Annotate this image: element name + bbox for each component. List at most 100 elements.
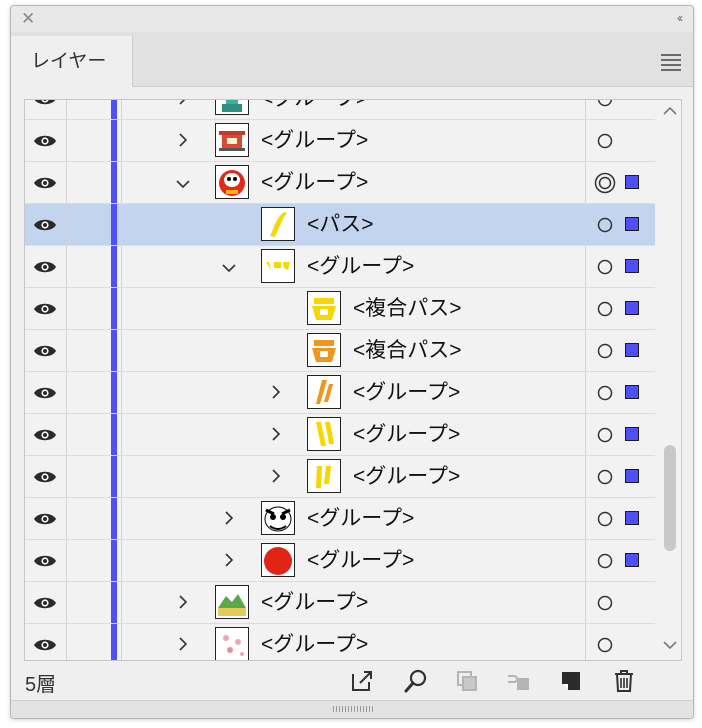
eye-icon[interactable] bbox=[33, 176, 57, 190]
chevron-down-icon[interactable] bbox=[175, 177, 190, 193]
eye-icon[interactable] bbox=[33, 100, 57, 106]
chevron-right-icon[interactable] bbox=[177, 132, 189, 148]
eye-icon[interactable] bbox=[33, 218, 57, 232]
eye-icon[interactable] bbox=[33, 344, 57, 358]
selection-indicator[interactable] bbox=[625, 175, 639, 189]
selection-indicator[interactable] bbox=[625, 301, 639, 315]
layer-name[interactable]: <グループ> bbox=[307, 498, 414, 540]
chevron-right-icon[interactable] bbox=[270, 468, 282, 484]
layer-row[interactable]: <複合パス> bbox=[25, 288, 655, 330]
scroll-down-icon[interactable] bbox=[663, 640, 677, 650]
chevron-right-icon[interactable] bbox=[223, 510, 235, 526]
selection-indicator[interactable] bbox=[625, 217, 639, 231]
target-circle-icon[interactable] bbox=[596, 216, 614, 234]
layer-thumbnail bbox=[307, 417, 341, 451]
selection-indicator[interactable] bbox=[625, 343, 639, 357]
panel-resize-bar[interactable] bbox=[11, 700, 693, 718]
new-layer-icon[interactable] bbox=[558, 668, 584, 694]
collapse-double-chevron-icon[interactable]: ‹‹ bbox=[677, 11, 683, 25]
target-circle-icon[interactable] bbox=[596, 300, 614, 318]
layer-name[interactable]: <グループ> bbox=[261, 582, 368, 624]
scroll-up-icon[interactable] bbox=[663, 106, 677, 116]
layer-name[interactable]: <複合パス> bbox=[353, 330, 462, 372]
layers-list: <グループ><グループ><グループ><パス><グループ><複合パス><複合パス>… bbox=[24, 99, 682, 661]
eye-icon[interactable] bbox=[33, 260, 57, 274]
close-icon[interactable]: ✕ bbox=[21, 10, 35, 28]
layer-name[interactable]: <グループ> bbox=[353, 414, 460, 456]
layer-name[interactable]: <グループ> bbox=[307, 246, 414, 288]
layer-name[interactable]: <グループ> bbox=[307, 540, 414, 582]
scrollbar-thumb[interactable] bbox=[664, 445, 676, 551]
layer-row[interactable]: <グループ> bbox=[25, 100, 655, 120]
layer-row[interactable]: <複合パス> bbox=[25, 330, 655, 372]
layer-name[interactable]: <グループ> bbox=[261, 100, 368, 120]
layer-row[interactable]: <グループ> bbox=[25, 456, 655, 498]
layer-row[interactable]: <グループ> bbox=[25, 498, 655, 540]
locate-object-icon[interactable] bbox=[403, 668, 429, 694]
layer-name[interactable]: <グループ> bbox=[261, 120, 368, 162]
vertical-scrollbar[interactable] bbox=[657, 100, 681, 660]
panel-title-bar: ✕ ‹‹ bbox=[11, 6, 693, 32]
layer-row[interactable]: <グループ> bbox=[25, 540, 655, 582]
eye-icon[interactable] bbox=[33, 554, 57, 568]
eye-icon[interactable] bbox=[33, 470, 57, 484]
target-circle-icon[interactable] bbox=[596, 510, 614, 528]
eye-icon[interactable] bbox=[33, 302, 57, 316]
target-circle-icon[interactable] bbox=[596, 594, 614, 612]
chevron-right-icon[interactable] bbox=[270, 384, 282, 400]
column-divider bbox=[66, 100, 67, 119]
panel-menu-icon[interactable] bbox=[661, 54, 681, 74]
column-divider bbox=[66, 288, 67, 329]
eye-icon[interactable] bbox=[33, 428, 57, 442]
selection-indicator[interactable] bbox=[625, 553, 639, 567]
layer-row[interactable]: <グループ> bbox=[25, 582, 655, 624]
resize-grip-icon[interactable] bbox=[333, 706, 373, 712]
column-divider bbox=[585, 162, 586, 203]
layer-row[interactable]: <グループ> bbox=[25, 414, 655, 456]
export-icon[interactable] bbox=[349, 668, 375, 694]
layer-row[interactable]: <グループ> bbox=[25, 372, 655, 414]
selection-indicator[interactable] bbox=[625, 511, 639, 525]
chevron-right-icon[interactable] bbox=[270, 426, 282, 442]
layer-name[interactable]: <パス> bbox=[307, 204, 374, 246]
target-circle-icon[interactable] bbox=[596, 426, 614, 444]
clipping-mask-icon[interactable] bbox=[454, 668, 480, 694]
new-sublayer-icon[interactable] bbox=[505, 668, 531, 694]
layer-row[interactable]: <グループ> bbox=[25, 162, 655, 204]
layer-row[interactable]: <グループ> bbox=[25, 246, 655, 288]
selection-indicator[interactable] bbox=[625, 469, 639, 483]
target-circle-icon[interactable] bbox=[596, 468, 614, 486]
layer-row[interactable]: <パス> bbox=[25, 204, 655, 246]
eye-icon[interactable] bbox=[33, 386, 57, 400]
target-circle-icon[interactable] bbox=[594, 172, 616, 194]
chevron-down-icon[interactable] bbox=[221, 261, 236, 277]
layer-name[interactable]: <グループ> bbox=[353, 372, 460, 414]
eye-icon[interactable] bbox=[33, 134, 57, 148]
eye-icon[interactable] bbox=[33, 512, 57, 526]
layer-row[interactable]: <グループ> bbox=[25, 120, 655, 162]
trash-icon[interactable] bbox=[611, 668, 637, 694]
layer-name[interactable]: <グループ> bbox=[353, 456, 460, 498]
chevron-right-icon[interactable] bbox=[177, 636, 189, 652]
panel-tab-bar: レイヤー bbox=[11, 32, 693, 87]
eye-icon[interactable] bbox=[33, 638, 57, 652]
target-circle-icon[interactable] bbox=[596, 132, 614, 150]
chevron-right-icon[interactable] bbox=[223, 552, 235, 568]
target-circle-icon[interactable] bbox=[596, 552, 614, 570]
tab-layers[interactable]: レイヤー bbox=[11, 36, 133, 87]
selection-indicator[interactable] bbox=[625, 427, 639, 441]
target-circle-icon[interactable] bbox=[596, 100, 614, 108]
layer-row[interactable]: <グループ> bbox=[25, 624, 655, 660]
selection-indicator[interactable] bbox=[625, 259, 639, 273]
chevron-right-icon[interactable] bbox=[177, 100, 189, 106]
layer-name[interactable]: <グループ> bbox=[261, 162, 368, 204]
target-circle-icon[interactable] bbox=[596, 384, 614, 402]
eye-icon[interactable] bbox=[33, 596, 57, 610]
target-circle-icon[interactable] bbox=[596, 636, 614, 654]
layer-name[interactable]: <グループ> bbox=[261, 624, 368, 660]
target-circle-icon[interactable] bbox=[596, 258, 614, 276]
target-circle-icon[interactable] bbox=[596, 342, 614, 360]
chevron-right-icon[interactable] bbox=[177, 594, 189, 610]
selection-indicator[interactable] bbox=[625, 385, 639, 399]
layer-name[interactable]: <複合パス> bbox=[353, 288, 462, 330]
